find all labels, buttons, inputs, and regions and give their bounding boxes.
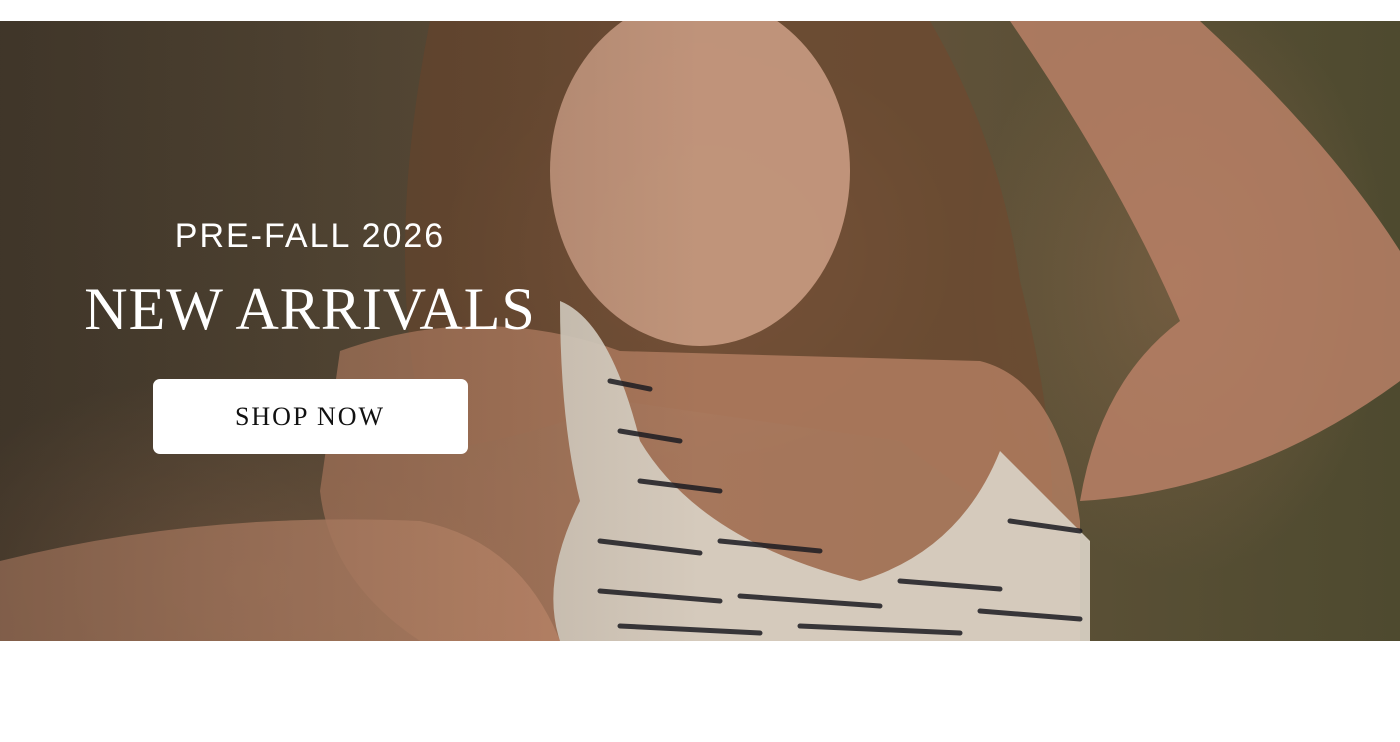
hero-headline: NEW ARRIVALS [84,276,536,342]
shop-now-button[interactable]: SHOP NOW [152,379,468,454]
hero-copy: PRE-FALL 2026 NEW ARRIVALS SHOP NOW [60,216,560,454]
below-hero-area [0,641,1400,742]
raised-arm-shape [1010,21,1400,501]
season-label: PRE-FALL 2026 [174,217,446,255]
hero-banner[interactable]: PRE-FALL 2026 NEW ARRIVALS SHOP NOW [0,21,1400,641]
top-strip [0,0,1400,21]
